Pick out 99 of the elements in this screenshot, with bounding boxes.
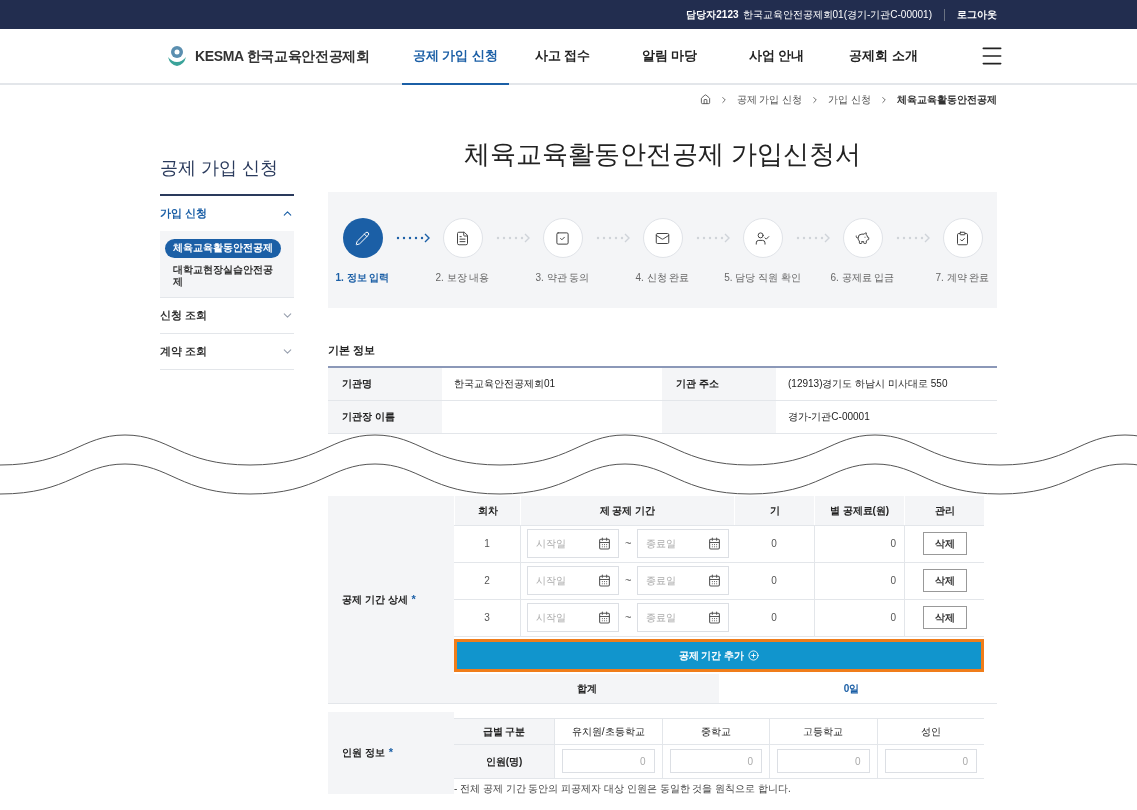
field-label: 인원 정보 (342, 746, 385, 760)
field-label: 기관명 (328, 367, 442, 400)
field-label: 기관장 이름 (328, 400, 442, 433)
breadcrumb-link[interactable]: 공제 가입 신청 (736, 92, 803, 107)
page-title: 체육교육활동안전공제 가입신청서 (462, 138, 863, 171)
step-label: 2. 보장 내용 (435, 271, 490, 285)
table-cell-text: 2 (483, 574, 491, 588)
nav-tab[interactable]: 사고 접수 (509, 29, 616, 85)
table-cell-text: 3 (483, 611, 491, 625)
calendar-icon[interactable] (598, 537, 611, 550)
home-icon[interactable] (699, 94, 711, 105)
column-header: 제 공제 기간 (520, 495, 734, 525)
step-label: 4. 신청 완료 (635, 271, 690, 285)
count-input[interactable]: 0 (562, 749, 655, 773)
delete-button[interactable]: 삭제 (922, 606, 967, 629)
range-separator: ~ (625, 573, 632, 589)
nav-tab[interactable]: 공제 가입 신청 (402, 29, 509, 85)
dotted-arrow-icon (795, 233, 830, 243)
chevron-right-icon (879, 94, 889, 105)
calendar-icon[interactable] (598, 611, 611, 624)
table-cell-text: 0 (770, 574, 778, 588)
dotted-arrow-icon (595, 233, 630, 243)
dotted-arrow-icon (695, 233, 730, 243)
sidebar-title: 공제 가입 신청 (160, 155, 294, 196)
column-header: 성인 (876, 718, 984, 744)
sidebar-item[interactable]: 대학교현장실습안전공제 (165, 263, 289, 289)
step-label: 5. 담당 직원 확인 (724, 271, 801, 285)
column-header: 급별 구분 (454, 718, 554, 744)
date-field[interactable]: 종료일 (637, 566, 730, 595)
plus-circle-icon (748, 649, 760, 661)
table-cell: 0 (814, 599, 904, 636)
nav-tab[interactable]: 알림 마당 (616, 29, 723, 85)
delete-button[interactable]: 삭제 (922, 569, 967, 592)
date-field[interactable]: 시작일 (527, 603, 619, 632)
sidebar-group[interactable]: 신청 조회 (160, 297, 294, 333)
column-header: 관리 (904, 495, 984, 525)
clipboard-icon (955, 230, 970, 246)
logout-link[interactable]: 로그아웃 (957, 7, 997, 22)
mail-icon (655, 230, 670, 246)
step-label: 3. 약관 동의 (535, 271, 590, 285)
document-icon (455, 230, 470, 246)
table-cell-text: 0 (770, 537, 778, 551)
row-header: 인원(명) (454, 744, 554, 778)
required-mark: * (388, 745, 394, 761)
count-input[interactable]: 0 (777, 749, 870, 773)
column-header: 회차 (454, 495, 520, 525)
range-separator: ~ (625, 536, 632, 552)
calendar-icon[interactable] (598, 574, 611, 587)
date-field[interactable]: 시작일 (527, 529, 619, 558)
dotted-arrow-icon (495, 233, 530, 243)
step-label: 6. 공제료 입금 (830, 271, 895, 285)
checkbox-icon (555, 230, 570, 246)
date-field[interactable]: 시작일 (527, 566, 619, 595)
column-header: 고등학교 (769, 718, 877, 744)
total-label: 합계 (454, 673, 719, 703)
dotted-arrow-icon (895, 233, 930, 243)
sidebar-item[interactable]: 체육교육활동안전공제 (165, 239, 281, 258)
table-cell: 0 (814, 562, 904, 599)
count-input[interactable]: 0 (884, 749, 977, 773)
organization-name: 한국교육안전공제회01(경기-기관C-00001) (742, 8, 932, 22)
breadcrumb-link[interactable]: 가입 신청 (828, 92, 871, 107)
date-field[interactable]: 종료일 (637, 529, 730, 558)
user-check-icon (755, 230, 770, 246)
column-header: 기 (734, 495, 814, 525)
field-value: 한국교육안전공제회01 (454, 377, 556, 391)
range-separator: ~ (625, 610, 632, 626)
breadcrumb-link[interactable]: 체육교육활동안전공제 (897, 92, 997, 107)
field-label: 기관 주소 (662, 367, 776, 400)
calendar-icon[interactable] (708, 574, 722, 587)
user-name: 담당자2123 (686, 8, 739, 22)
step-label: 1. 정보 입력 (335, 271, 390, 285)
nav-tab[interactable]: 사업 안내 (723, 29, 830, 85)
note-text: - 전체 공제 기간 동안의 피공제자 대상 인원은 동일한 것을 원칙으로 합니다. (454, 783, 792, 794)
dotted-arrow-icon (395, 233, 430, 243)
logo-icon (167, 45, 187, 67)
table-cell-text: 0 (770, 611, 778, 625)
table-cell: 0 (814, 525, 904, 562)
column-header: 별 공제료(원) (814, 495, 904, 525)
pencil-icon (355, 230, 370, 246)
delete-button[interactable]: 삭제 (922, 532, 967, 555)
table-cell-text: 1 (483, 537, 491, 551)
field-value: 경가-기관C-00001 (788, 410, 870, 424)
field-value: (12913)경기도 하남시 미사대로 550 (788, 377, 948, 391)
sidebar-group[interactable]: 계약 조회 (160, 333, 294, 369)
calendar-icon[interactable] (708, 537, 722, 550)
piggy-bank-icon (855, 230, 870, 246)
calendar-icon[interactable] (708, 611, 722, 624)
nav-tab[interactable]: 공제회 소개 (830, 29, 937, 85)
column-header: 중학교 (661, 718, 769, 744)
count-input[interactable]: 0 (669, 749, 762, 773)
logo-text: KESMA 한국교육안전공제회 (195, 46, 370, 66)
step-label: 7. 계약 완료 (935, 271, 990, 285)
sidebar-group[interactable]: 가입 신청 (160, 196, 294, 231)
required-mark: * (411, 591, 416, 607)
field-label: 공제 기간 상세 (342, 592, 408, 607)
column-header: 유치원/초등학교 (554, 718, 662, 744)
section-title: 기본 정보 (328, 343, 377, 358)
total-value: 0일 (842, 681, 861, 696)
date-field[interactable]: 종료일 (637, 603, 730, 632)
